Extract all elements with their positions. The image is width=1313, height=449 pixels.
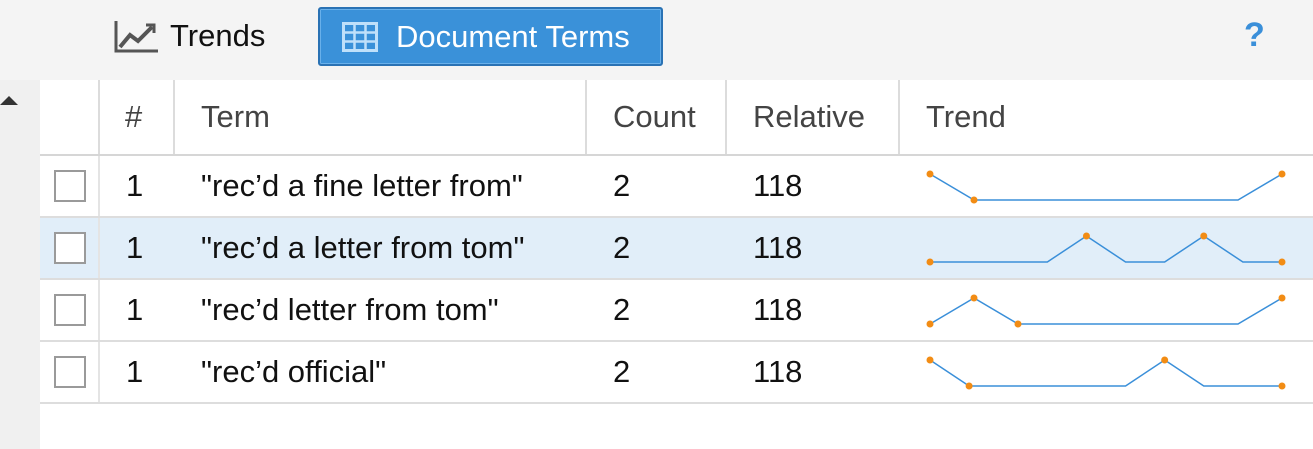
- trend-line: [930, 235, 1282, 263]
- tab-document-terms[interactable]: Document Terms: [318, 7, 663, 66]
- trend-point: [1278, 170, 1286, 178]
- table-row[interactable]: 1 "rec’d a letter from tom" 2 118: [40, 218, 1313, 280]
- trend-line: [929, 359, 1282, 387]
- table-row[interactable]: 1 "rec’d letter from tom" 2 118: [40, 280, 1313, 342]
- trend-point: [1278, 382, 1286, 390]
- row-term: "rec’d a letter from tom": [201, 230, 525, 265]
- row-count: 2: [613, 292, 631, 327]
- trend-point: [926, 320, 934, 328]
- trend-point: [1014, 320, 1022, 328]
- row-relative: 118: [753, 230, 803, 265]
- header-num[interactable]: #: [100, 80, 175, 154]
- row-relative: 118: [753, 168, 803, 203]
- trend-point: [965, 382, 973, 390]
- row-count: 2: [613, 168, 631, 203]
- header-relative[interactable]: Relative: [727, 80, 900, 154]
- trend-point: [1082, 232, 1090, 240]
- scroll-up-arrow-icon[interactable]: [0, 96, 18, 105]
- row-term: "rec’d a fine letter from": [201, 168, 523, 203]
- grid-header: # Term Count Relative Trend: [40, 80, 1313, 156]
- row-number: 1: [126, 230, 144, 265]
- row-relative: 118: [753, 292, 803, 327]
- row-term: "rec’d letter from tom": [201, 292, 499, 327]
- trend-point: [970, 294, 978, 302]
- trend-line: [929, 173, 1283, 201]
- trend-point: [926, 170, 934, 178]
- trend-line: [929, 297, 1283, 325]
- trend-point: [1200, 232, 1208, 240]
- trend-point: [1278, 258, 1286, 266]
- header-checkbox-column[interactable]: [40, 80, 100, 154]
- row-term: "rec’d official": [201, 354, 387, 389]
- trend-sparkline: [926, 170, 1286, 204]
- table-grid-icon: [342, 21, 378, 52]
- trend-point: [1161, 356, 1169, 364]
- row-checkbox[interactable]: [54, 294, 86, 326]
- trend-sparkline: [926, 356, 1286, 390]
- row-relative: 118: [753, 354, 803, 389]
- trend-point: [970, 196, 978, 204]
- tab-trends-label: Trends: [170, 18, 266, 53]
- row-checkbox[interactable]: [54, 356, 86, 388]
- row-number: 1: [126, 292, 144, 327]
- trend-point: [926, 356, 934, 364]
- header-trend[interactable]: Trend: [900, 80, 1313, 154]
- left-scrollbar[interactable]: [0, 80, 40, 449]
- document-terms-grid: # Term Count Relative Trend 1 "rec’d a f…: [40, 80, 1313, 404]
- row-checkbox[interactable]: [54, 232, 86, 264]
- table-row[interactable]: 1 "rec’d official" 2 118: [40, 342, 1313, 404]
- trend-point: [1278, 294, 1286, 302]
- row-number: 1: [126, 354, 144, 389]
- row-checkbox[interactable]: [54, 170, 86, 202]
- table-row[interactable]: 1 "rec’d a fine letter from" 2 118: [40, 156, 1313, 218]
- header-term[interactable]: Term: [175, 80, 587, 154]
- toolbar: Trends Document Terms ?: [0, 0, 1313, 80]
- header-count[interactable]: Count: [587, 80, 727, 154]
- trend-sparkline: [926, 294, 1286, 328]
- row-count: 2: [613, 354, 631, 389]
- trend-sparkline: [926, 232, 1286, 266]
- row-number: 1: [126, 168, 144, 203]
- trend-point: [926, 258, 934, 266]
- help-icon[interactable]: ?: [1244, 16, 1265, 55]
- line-chart-icon: [112, 17, 160, 55]
- row-count: 2: [613, 230, 631, 265]
- tab-trends[interactable]: Trends: [112, 14, 265, 58]
- tab-document-terms-label: Document Terms: [396, 18, 630, 54]
